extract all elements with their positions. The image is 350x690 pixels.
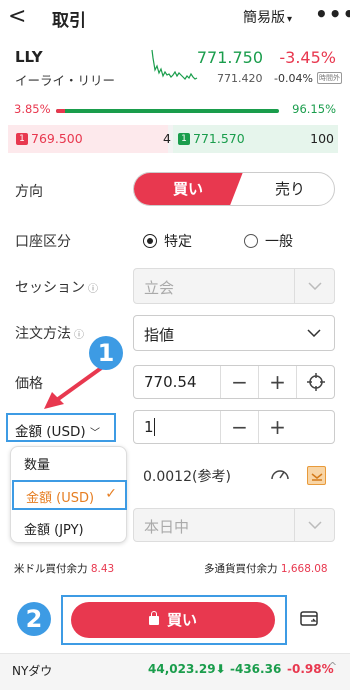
ratio-bar xyxy=(56,109,279,113)
bid-ratio: 3.85% xyxy=(14,102,51,116)
text-cursor xyxy=(154,418,155,436)
amount-plus-button[interactable]: + xyxy=(258,411,296,443)
index-value: 44,023.29⬇ xyxy=(148,662,226,676)
amount-input[interactable]: 1 xyxy=(144,418,154,436)
order-method-label: 注文方法 ⓘ xyxy=(15,323,84,343)
buy-order-label: 買い xyxy=(166,611,197,629)
calculator-icon[interactable] xyxy=(307,466,326,485)
index-name: NYダウ xyxy=(12,664,53,678)
session-label: セッション ⓘ xyxy=(15,277,98,297)
account-general-radio[interactable]: 一般 xyxy=(244,231,293,251)
price-minus-button[interactable]: − xyxy=(220,366,258,398)
chevron-down-icon: ▾ xyxy=(287,14,293,25)
session-label-text: セッション xyxy=(15,280,85,296)
chevron-down-icon xyxy=(294,269,334,303)
buy-tab[interactable]: 買い xyxy=(134,173,243,205)
session-value: 立会 xyxy=(144,279,175,297)
account-specific-label: 特定 xyxy=(164,234,192,250)
radio-checked-icon xyxy=(143,234,157,248)
mode-label: 簡易版 xyxy=(243,10,285,26)
ask-ratio: 96.15% xyxy=(292,102,336,116)
bid-quantity: 4 xyxy=(163,131,171,146)
amount-type-select[interactable]: 金額 (USD) ﹀ xyxy=(6,413,116,442)
bid-ask-ratio: 3.85% 96.15% xyxy=(0,102,350,118)
index-change: -436.36 xyxy=(230,662,282,676)
sparkline-chart xyxy=(151,49,198,80)
lock-icon xyxy=(148,611,159,625)
extended-price: 771.420 xyxy=(217,72,263,85)
info-icon[interactable]: ⓘ xyxy=(88,284,98,295)
page-title: 取引 xyxy=(52,11,86,31)
after-hours-badge: 時間外 xyxy=(317,72,342,84)
buy-order-button[interactable]: 買い xyxy=(71,602,275,638)
info-icon[interactable]: ⓘ xyxy=(74,330,84,341)
chevron-down-icon xyxy=(294,316,334,350)
stock-name: イーライ・リリー xyxy=(15,73,116,88)
menu-item-usd-label: 金額 (USD) xyxy=(26,491,95,506)
header: < 取引 簡易版▾ ••• xyxy=(0,0,350,36)
usd-buying-power-value: 8.43 xyxy=(90,563,115,575)
price-plus-button[interactable]: + xyxy=(258,366,296,398)
arrow-down-icon: ⬇ xyxy=(215,662,226,676)
market-index-bar[interactable]: NYダウ 44,023.29⬇ -436.36 -0.98% ^ xyxy=(0,653,350,690)
amount-minus-button[interactable]: − xyxy=(220,411,258,443)
mode-selector[interactable]: 簡易版 ▾ xyxy=(243,7,292,27)
stock-ticker: LLY xyxy=(15,48,43,66)
extended-change: -0.04% xyxy=(274,72,313,85)
order-list-icon[interactable] xyxy=(300,610,320,632)
chevron-down-icon xyxy=(294,509,334,541)
step-2-badge: 2 xyxy=(17,602,51,636)
price-input[interactable]: 770.54 xyxy=(144,373,197,391)
back-icon[interactable]: < xyxy=(8,4,26,29)
stock-info[interactable]: LLY イーライ・リリー 771.750 -3.45% 771.420 -0.0… xyxy=(0,48,350,93)
order-method-label-text: 注文方法 xyxy=(15,326,71,342)
index-value-text: 44,023.29 xyxy=(148,662,216,676)
speedometer-icon[interactable] xyxy=(270,466,290,486)
ratio-bar-bid xyxy=(56,109,65,113)
chevron-down-icon: ﹀ xyxy=(89,428,100,439)
direction-label: 方向 xyxy=(15,184,43,200)
account-specific-radio[interactable]: 特定 xyxy=(143,231,192,251)
price-label: 価格 xyxy=(15,376,43,392)
ask-level-badge: 1 xyxy=(178,133,190,145)
session-select: 立会 xyxy=(133,268,335,304)
multi-currency-buying-power: 多通貨買付余力 1,668.08 xyxy=(204,561,328,576)
checkmark-icon: ✓ xyxy=(105,486,117,502)
bid-price[interactable]: 769.500 xyxy=(31,131,83,146)
crosshair-icon[interactable] xyxy=(296,366,334,398)
step-1-badge: 1 xyxy=(89,336,123,370)
amount-type-menu: 数量 金額 (USD) ✓ 金額 (JPY) xyxy=(10,446,127,543)
order-method-value: 指値 xyxy=(144,326,175,344)
usd-buying-power-label: 米ドル買付余力 xyxy=(14,563,88,575)
period-select: 本日中 xyxy=(133,508,335,542)
amount-field[interactable]: 1 − + xyxy=(133,410,335,444)
radio-unchecked-icon xyxy=(244,234,258,248)
reference-quantity: 0.0012(参考) xyxy=(143,469,231,485)
order-button-highlight: 買い xyxy=(61,595,287,645)
multi-buying-power-label: 多通貨買付余力 xyxy=(204,563,278,575)
ask-price[interactable]: 771.570 xyxy=(193,131,245,146)
order-method-select[interactable]: 指値 xyxy=(133,315,335,351)
bid-level-badge: 1 xyxy=(16,133,28,145)
account-general-label: 一般 xyxy=(265,234,293,250)
change-percent: -3.45% xyxy=(279,48,336,67)
menu-item-usd[interactable]: 金額 (USD) ✓ xyxy=(12,480,127,510)
period-value: 本日中 xyxy=(144,518,190,536)
expand-icon[interactable]: ^ xyxy=(328,660,337,673)
multi-buying-power-value: 1,668.08 xyxy=(280,563,328,575)
current-price: 771.750 xyxy=(196,48,263,67)
index-percent: -0.98% xyxy=(287,662,334,676)
price-field[interactable]: 770.54 − + xyxy=(133,365,335,399)
direction-toggle[interactable]: 買い 売り xyxy=(133,172,335,206)
sell-tab[interactable]: 売り xyxy=(244,173,334,205)
annotation-arrow xyxy=(44,364,106,409)
amount-type-label: 金額 (USD) xyxy=(15,424,86,440)
ask-quantity: 100 xyxy=(310,131,334,146)
menu-item-quantity[interactable]: 数量 xyxy=(11,448,128,478)
more-icon[interactable]: ••• xyxy=(315,2,350,26)
order-book: 1 769.500 4 1 771.570 100 xyxy=(8,125,338,153)
account-type-label: 口座区分 xyxy=(15,234,71,250)
menu-item-jpy[interactable]: 金額 (JPY) xyxy=(11,513,128,543)
usd-buying-power: 米ドル買付余力 8.43 xyxy=(14,561,114,576)
